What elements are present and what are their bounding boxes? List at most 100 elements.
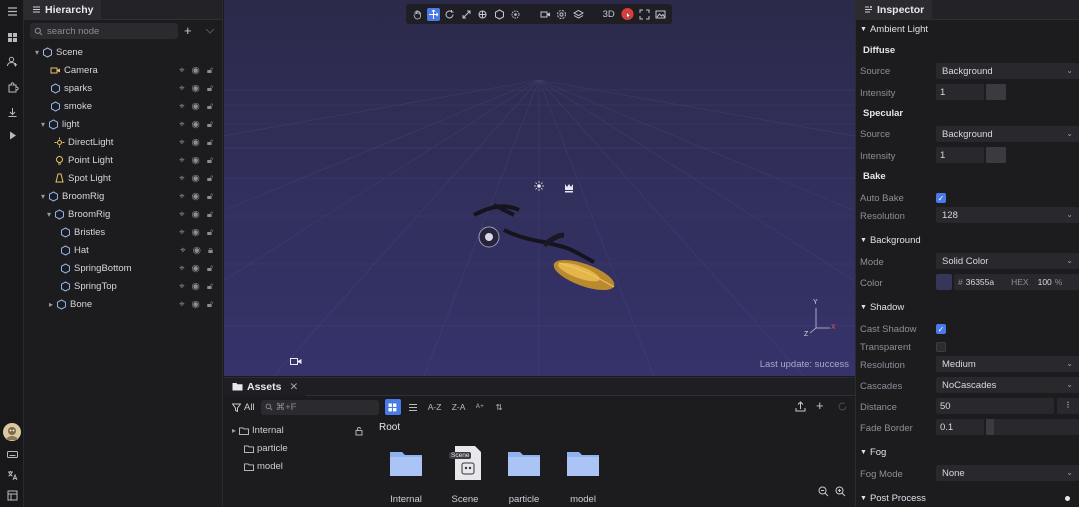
panel-icon[interactable] bbox=[6, 489, 19, 502]
avatar[interactable] bbox=[3, 423, 21, 441]
asset-folder-internal[interactable] bbox=[389, 449, 423, 477]
tree-node-pointlight[interactable]: Point Light ⌖ ◉ 🔓︎ bbox=[24, 151, 223, 169]
upload-icon[interactable] bbox=[794, 400, 807, 413]
lock-icon[interactable]: 🔓︎ bbox=[207, 281, 213, 292]
lock-icon[interactable]: 🔒︎ bbox=[208, 245, 213, 256]
locate-icon[interactable]: ⌖ bbox=[179, 281, 184, 292]
record-button[interactable] bbox=[621, 7, 634, 21]
locate-icon[interactable]: ⌖ bbox=[179, 227, 184, 238]
distance-input[interactable]: 50 bbox=[936, 398, 1054, 414]
expand-arrow-icon[interactable]: ▾ bbox=[38, 120, 48, 129]
visibility-icon[interactable]: ◉ bbox=[192, 227, 200, 238]
expand-arrow-icon[interactable]: ▾ bbox=[38, 192, 48, 201]
locate-icon[interactable]: ⌖ bbox=[179, 119, 184, 130]
lock-icon[interactable]: 🔓︎ bbox=[207, 209, 213, 220]
diffuse-source-dropdown[interactable]: Background ⌄ bbox=[936, 63, 1079, 79]
visibility-icon[interactable]: ◉ bbox=[193, 245, 201, 256]
asset-folder-model[interactable] bbox=[566, 449, 600, 477]
menu-icon[interactable] bbox=[6, 5, 19, 18]
refresh-icon[interactable] bbox=[836, 400, 849, 413]
rect-tool-icon[interactable] bbox=[477, 8, 489, 21]
specular-intensity-input[interactable]: 1 bbox=[936, 147, 984, 163]
tree-node-camera[interactable]: Camera ⌖ ◉ 🔓︎ bbox=[24, 61, 223, 79]
locate-icon[interactable]: ⌖ bbox=[179, 137, 184, 148]
lock-icon[interactable]: 🔓︎ bbox=[207, 173, 213, 184]
sort-type-icon[interactable]: ᴬ⁺ bbox=[474, 401, 487, 414]
visibility-icon[interactable]: ◉ bbox=[192, 155, 200, 166]
diffuse-intensity-input[interactable]: 1 bbox=[936, 84, 984, 100]
transparent-checkbox[interactable] bbox=[936, 342, 946, 352]
specular-intensity-slider[interactable] bbox=[986, 147, 1006, 163]
color-swatch[interactable] bbox=[936, 274, 952, 290]
auto-bake-checkbox[interactable]: ✓ bbox=[936, 193, 946, 203]
locate-icon[interactable]: ⌖ bbox=[179, 173, 184, 184]
sort-order-icon[interactable]: ⇅ bbox=[493, 401, 506, 414]
tree-folder-model[interactable]: model bbox=[244, 461, 283, 472]
lock-icon[interactable]: 🔓︎ bbox=[207, 299, 213, 310]
cascades-dropdown[interactable]: NoCascades ⌄ bbox=[936, 377, 1079, 393]
distance-stepper[interactable]: ⁝ bbox=[1057, 398, 1079, 414]
visibility-icon[interactable]: ◉ bbox=[192, 101, 200, 112]
list-view-icon[interactable] bbox=[407, 401, 420, 414]
tree-node-springtop[interactable]: SpringTop ⌖ ◉ 🔓︎ bbox=[24, 277, 223, 295]
visibility-icon[interactable]: ◉ bbox=[192, 173, 200, 184]
alpha-value[interactable]: 100 bbox=[1038, 277, 1052, 287]
pivot-icon[interactable] bbox=[509, 8, 521, 21]
tree-folder-internal[interactable]: ▸ Internal bbox=[232, 425, 284, 436]
visibility-icon[interactable]: ◉ bbox=[192, 263, 200, 274]
lock-icon[interactable]: 🔓︎ bbox=[207, 191, 213, 202]
tree-node-light[interactable]: ▾ light ⌖ ◉ 🔓︎ bbox=[24, 115, 223, 133]
locate-icon[interactable]: ⌖ bbox=[179, 209, 184, 220]
fade-border-input[interactable]: 0.1 bbox=[936, 419, 984, 435]
collapsed-arrow-icon[interactable]: ▸ bbox=[46, 300, 56, 309]
visibility-icon[interactable]: ◉ bbox=[192, 119, 200, 130]
locate-icon[interactable]: ⌖ bbox=[179, 191, 184, 202]
visibility-icon[interactable]: ◉ bbox=[192, 299, 200, 310]
cast-shadow-checkbox[interactable]: ✓ bbox=[936, 324, 946, 334]
tree-node-springbottom[interactable]: SpringBottom ⌖ ◉ 🔓︎ bbox=[24, 259, 223, 277]
section-ambient-light[interactable]: ▼ Ambient Light bbox=[860, 24, 928, 35]
lock-icon[interactable]: 🔓︎ bbox=[207, 227, 213, 238]
lock-icon[interactable]: 🔓︎ bbox=[207, 65, 213, 76]
lock-icon[interactable] bbox=[354, 426, 364, 436]
visibility-icon[interactable]: ◉ bbox=[192, 209, 200, 220]
scale-tool-icon[interactable] bbox=[460, 8, 472, 21]
tree-node-scene[interactable]: ▾ Scene bbox=[24, 43, 223, 61]
settings-icon[interactable] bbox=[556, 8, 568, 21]
play-icon[interactable] bbox=[6, 129, 19, 142]
tree-node-bristles[interactable]: Bristles ⌖ ◉ 🔓︎ bbox=[24, 223, 223, 241]
diffuse-intensity-slider[interactable] bbox=[986, 84, 1006, 100]
fade-border-slider[interactable] bbox=[986, 419, 1079, 435]
specular-source-dropdown[interactable]: Background ⌄ bbox=[936, 126, 1079, 142]
visibility-icon[interactable]: ◉ bbox=[192, 83, 200, 94]
scene-viewport[interactable]: Y X Z Last update: success bbox=[224, 0, 855, 376]
locate-icon[interactable]: ⌖ bbox=[180, 245, 185, 256]
lock-icon[interactable]: 🔓︎ bbox=[207, 119, 213, 130]
add-asset-button[interactable]: + bbox=[816, 398, 829, 413]
transform-tool-icon[interactable] bbox=[493, 8, 505, 21]
tree-node-sparks[interactable]: sparks ⌖ ◉ 🔓︎ bbox=[24, 79, 223, 97]
visibility-icon[interactable]: ◉ bbox=[192, 65, 200, 76]
collapse-icon[interactable] bbox=[204, 25, 216, 37]
lock-icon[interactable]: 🔓︎ bbox=[207, 263, 213, 274]
translate-icon[interactable] bbox=[6, 469, 19, 482]
visibility-icon[interactable]: ◉ bbox=[192, 281, 200, 292]
lock-icon[interactable]: 🔓︎ bbox=[207, 83, 213, 94]
puzzle-icon[interactable] bbox=[6, 81, 19, 94]
tree-node-smoke[interactable]: smoke ⌖ ◉ 🔓︎ bbox=[24, 97, 223, 115]
keyboard-icon[interactable] bbox=[6, 448, 19, 461]
assets-tab[interactable]: Assets ✕ bbox=[224, 377, 307, 396]
lock-icon[interactable]: 🔓︎ bbox=[207, 137, 213, 148]
lock-icon[interactable]: 🔓︎ bbox=[207, 101, 213, 112]
color-hex-field[interactable]: #36355a HEX 100 % bbox=[954, 274, 1079, 290]
bake-resolution-dropdown[interactable]: 128 ⌄ bbox=[936, 207, 1079, 223]
camera-view-icon[interactable] bbox=[539, 8, 551, 21]
section-fog[interactable]: ▼ Fog bbox=[860, 447, 886, 458]
zoom-out-icon[interactable] bbox=[818, 486, 829, 497]
rotate-tool-icon[interactable] bbox=[444, 8, 456, 21]
sort-az-button[interactable]: A-Z bbox=[426, 401, 444, 414]
filter-dropdown[interactable]: All bbox=[232, 402, 255, 413]
expand-arrow-icon[interactable]: ▾ bbox=[44, 210, 54, 219]
tree-node-bone[interactable]: ▸ Bone ⌖ ◉ 🔓︎ bbox=[24, 295, 223, 313]
hand-tool-icon[interactable] bbox=[411, 8, 423, 21]
